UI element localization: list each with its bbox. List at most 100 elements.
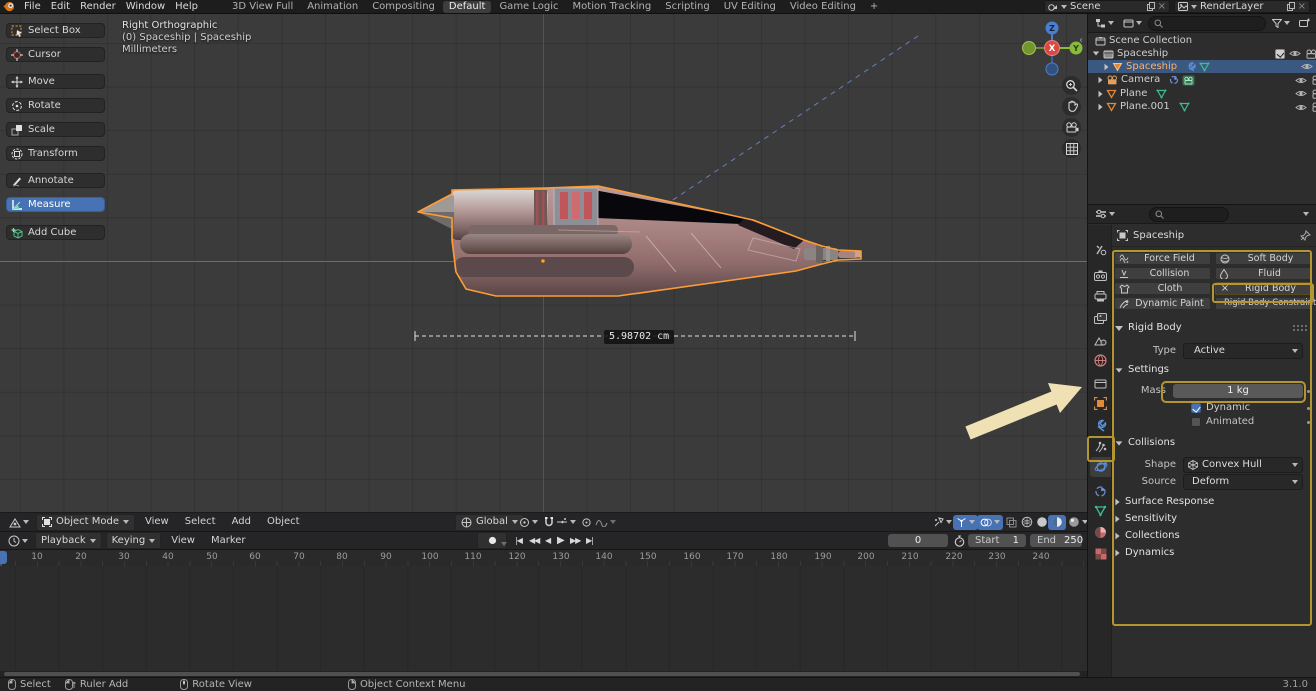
playback-menu[interactable]: Playback bbox=[35, 532, 102, 549]
pivot-point-dropdown[interactable] bbox=[516, 515, 541, 530]
collision-button[interactable]: Collision bbox=[1114, 267, 1211, 280]
workspace-tab-motion-tracking[interactable]: Motion Tracking bbox=[567, 1, 658, 13]
tab-world[interactable] bbox=[1090, 350, 1111, 370]
tool-rotate[interactable]: Rotate bbox=[6, 98, 105, 113]
settings-section-header[interactable]: Settings bbox=[1115, 365, 1169, 375]
workspace-tab-3d-view-full[interactable]: 3D View Full bbox=[226, 1, 299, 13]
measure-value-label[interactable]: 5.98702 cm bbox=[604, 330, 674, 344]
breadcrumb-object-name[interactable]: Spaceship bbox=[1133, 231, 1184, 241]
pan-hand-button[interactable] bbox=[1062, 97, 1081, 116]
expand-icon[interactable] bbox=[1099, 77, 1103, 83]
scene-selector[interactable]: Scene × bbox=[1044, 0, 1170, 13]
next-keyframe-button[interactable]: ▶▶ bbox=[567, 534, 583, 548]
workspace-tab-default[interactable]: Default bbox=[443, 1, 492, 13]
disable-render-camera-icon[interactable] bbox=[1305, 49, 1316, 59]
tool-annotate[interactable]: Annotate bbox=[6, 173, 105, 188]
mode-dropdown[interactable]: Object Mode bbox=[36, 514, 135, 531]
animated-checkbox[interactable] bbox=[1191, 417, 1201, 427]
animate-animated-dot[interactable] bbox=[1303, 421, 1313, 424]
copy-icon[interactable] bbox=[1147, 2, 1155, 11]
hide-eye-icon[interactable] bbox=[1295, 103, 1307, 112]
outliner-row-plane-001[interactable]: Plane.001 bbox=[1088, 101, 1316, 114]
tool-scale[interactable]: Scale bbox=[6, 122, 105, 137]
tab-texture[interactable] bbox=[1090, 544, 1111, 564]
viewport-menu-select[interactable]: Select bbox=[179, 517, 222, 527]
collision-shape-dropdown[interactable]: Convex Hull bbox=[1183, 457, 1303, 473]
editor-type-timeline[interactable] bbox=[5, 533, 31, 548]
viewport-menu-add[interactable]: Add bbox=[226, 517, 257, 527]
menu-file[interactable]: File bbox=[19, 0, 46, 14]
outliner-row-spaceship-collection[interactable]: Spaceship bbox=[1088, 47, 1316, 60]
cloth-button[interactable]: Cloth bbox=[1114, 282, 1211, 295]
rigid-body-panel-header[interactable]: Rigid Body bbox=[1115, 323, 1182, 333]
menu-help[interactable]: Help bbox=[170, 0, 203, 14]
viewport-menu-view[interactable]: View bbox=[139, 517, 175, 527]
sidebar-collapse-arrow[interactable]: ‹ bbox=[1079, 36, 1083, 46]
pin-icon[interactable] bbox=[1300, 230, 1311, 241]
frame-end-field[interactable]: End250 bbox=[1030, 534, 1082, 547]
force-field-button[interactable]: Force Field bbox=[1114, 252, 1211, 265]
collision-source-dropdown[interactable]: Deform bbox=[1183, 474, 1303, 490]
tab-particles[interactable] bbox=[1090, 436, 1111, 456]
sensitivity-section[interactable]: Sensitivity bbox=[1115, 514, 1177, 524]
surface-response-section[interactable]: Surface Response bbox=[1115, 497, 1214, 507]
hide-eye-icon[interactable] bbox=[1295, 76, 1307, 85]
rigid-body-type-dropdown[interactable]: Active bbox=[1183, 343, 1303, 359]
tool-move[interactable]: Move bbox=[6, 74, 105, 89]
tab-collection-properties[interactable] bbox=[1090, 373, 1111, 393]
transform-orientation-dropdown[interactable]: Global bbox=[455, 514, 524, 531]
editor-type-properties[interactable] bbox=[1092, 207, 1118, 222]
rigid-body-button[interactable]: ×Rigid Body bbox=[1215, 282, 1312, 295]
unlink-scene-icon[interactable]: × bbox=[1158, 2, 1166, 12]
hide-eye-icon[interactable] bbox=[1289, 49, 1301, 58]
tab-physics[interactable] bbox=[1090, 457, 1111, 477]
show-gizmo-toggle[interactable] bbox=[953, 515, 978, 530]
workspace-tab-video-editing[interactable]: Video Editing bbox=[784, 1, 862, 13]
tab-tool[interactable] bbox=[1090, 239, 1111, 259]
camera-view-button[interactable] bbox=[1062, 118, 1081, 137]
expand-icon[interactable] bbox=[1099, 104, 1103, 110]
timeline-ruler[interactable]: 10 20 30 40 50 60 70 80 90 100 110 120 1… bbox=[0, 550, 1087, 567]
viewport-menu-object[interactable]: Object bbox=[261, 517, 306, 527]
remove-renderlayer-icon[interactable]: × bbox=[1298, 2, 1306, 12]
timeline-menu-view[interactable]: View bbox=[165, 536, 201, 546]
tab-object[interactable] bbox=[1090, 393, 1111, 413]
workspace-tab-scripting[interactable]: Scripting bbox=[659, 1, 715, 13]
tab-render[interactable] bbox=[1090, 265, 1111, 285]
workspace-tab-uv-editing[interactable]: UV Editing bbox=[718, 1, 782, 13]
collections-section[interactable]: Collections bbox=[1115, 531, 1180, 541]
copy-icon[interactable] bbox=[1287, 2, 1295, 11]
new-collection-button[interactable] bbox=[1296, 16, 1313, 31]
menu-window[interactable]: Window bbox=[121, 0, 170, 14]
tab-material[interactable] bbox=[1090, 522, 1111, 542]
keying-menu[interactable]: Keying bbox=[106, 532, 162, 549]
menu-render[interactable]: Render bbox=[75, 0, 121, 14]
expand-icon[interactable] bbox=[1099, 90, 1103, 96]
properties-search-input[interactable] bbox=[1149, 207, 1229, 222]
stopwatch-icon[interactable] bbox=[954, 535, 965, 547]
proportional-falloff-dropdown[interactable] bbox=[592, 515, 619, 530]
outliner-display-mode-dropdown[interactable] bbox=[1092, 16, 1117, 31]
properties-options-dropdown[interactable] bbox=[1303, 212, 1309, 216]
timeline-menu-marker[interactable]: Marker bbox=[205, 536, 252, 546]
show-overlays-toggle[interactable] bbox=[977, 515, 1003, 530]
frame-start-field[interactable]: Start1 bbox=[968, 534, 1026, 547]
tab-view-layer[interactable] bbox=[1090, 308, 1111, 328]
tool-select-box[interactable]: Select Box bbox=[6, 23, 105, 38]
dynamics-section[interactable]: Dynamics bbox=[1115, 548, 1174, 558]
workspace-tab-animation[interactable]: Animation bbox=[301, 1, 364, 13]
play-button[interactable]: ▶ bbox=[554, 534, 567, 548]
dynamic-paint-button[interactable]: Dynamic Paint bbox=[1114, 297, 1211, 310]
outliner-collection-icon[interactable] bbox=[1120, 16, 1145, 31]
tab-output[interactable] bbox=[1090, 286, 1111, 306]
orthographic-grid-button[interactable] bbox=[1062, 139, 1081, 158]
tab-object-data[interactable] bbox=[1090, 501, 1111, 521]
outliner-search-input[interactable] bbox=[1148, 16, 1266, 31]
current-frame-field[interactable]: 0 bbox=[888, 534, 948, 547]
jump-to-start-button[interactable]: |◀ bbox=[512, 534, 525, 548]
hide-eye-icon[interactable] bbox=[1301, 62, 1313, 71]
workspace-tab-compositing[interactable]: Compositing bbox=[366, 1, 441, 13]
keying-set-dropdown[interactable] bbox=[501, 539, 507, 549]
expand-icon[interactable] bbox=[1105, 63, 1109, 69]
object-visibility-dropdown[interactable] bbox=[930, 515, 955, 530]
